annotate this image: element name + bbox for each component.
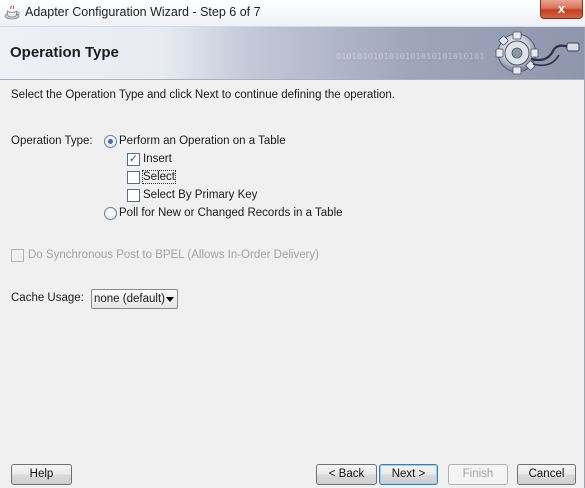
- poll-records-label[interactable]: Poll for New or Changed Records in a Tab…: [119, 207, 343, 219]
- synchronous-post-label: Do Synchronous Post to BPEL (Allows In-O…: [28, 249, 320, 261]
- coffee-cup-icon: [4, 5, 20, 20]
- page-title: Operation Type: [10, 44, 119, 61]
- cache-usage-value: none (default): [94, 293, 165, 305]
- next-button[interactable]: Next >: [379, 464, 438, 485]
- cache-usage-select[interactable]: none (default): [91, 289, 178, 309]
- insert-checkbox[interactable]: ✓: [127, 153, 140, 166]
- window-title: Adapter Configuration Wizard - Step 6 of…: [25, 5, 261, 19]
- operation-type-label: Operation Type:: [11, 135, 93, 147]
- cache-usage-label: Cache Usage:: [11, 292, 84, 304]
- select-by-primary-key-checkbox[interactable]: [127, 189, 140, 202]
- close-icon: x: [557, 1, 566, 16]
- binary-decoration: 0101010101010101010101010101: [336, 52, 485, 61]
- insert-label[interactable]: Insert: [143, 153, 172, 165]
- help-button[interactable]: Help: [11, 464, 72, 485]
- title-bar: Adapter Configuration Wizard - Step 6 of…: [0, 0, 585, 27]
- poll-records-radio[interactable]: [104, 207, 117, 220]
- close-button[interactable]: x: [540, 0, 583, 19]
- finish-button: Finish: [448, 464, 508, 485]
- select-by-primary-key-label[interactable]: Select By Primary Key: [143, 189, 257, 201]
- cancel-button[interactable]: Cancel: [517, 464, 576, 485]
- chevron-down-icon: [166, 297, 174, 302]
- select-checkbox[interactable]: [127, 171, 140, 184]
- table-operation-label[interactable]: Perform an Operation on a Table: [119, 135, 286, 147]
- instructions-text: Select the Operation Type and click Next…: [11, 89, 396, 101]
- adapter-gear-icon: [495, 31, 580, 75]
- select-label[interactable]: Select: [142, 170, 176, 184]
- back-button[interactable]: < Back: [316, 464, 377, 485]
- table-operation-radio[interactable]: [104, 135, 117, 148]
- step-header: Operation Type 0101010101010101010101010…: [0, 27, 585, 80]
- synchronous-post-checkbox: [11, 249, 24, 262]
